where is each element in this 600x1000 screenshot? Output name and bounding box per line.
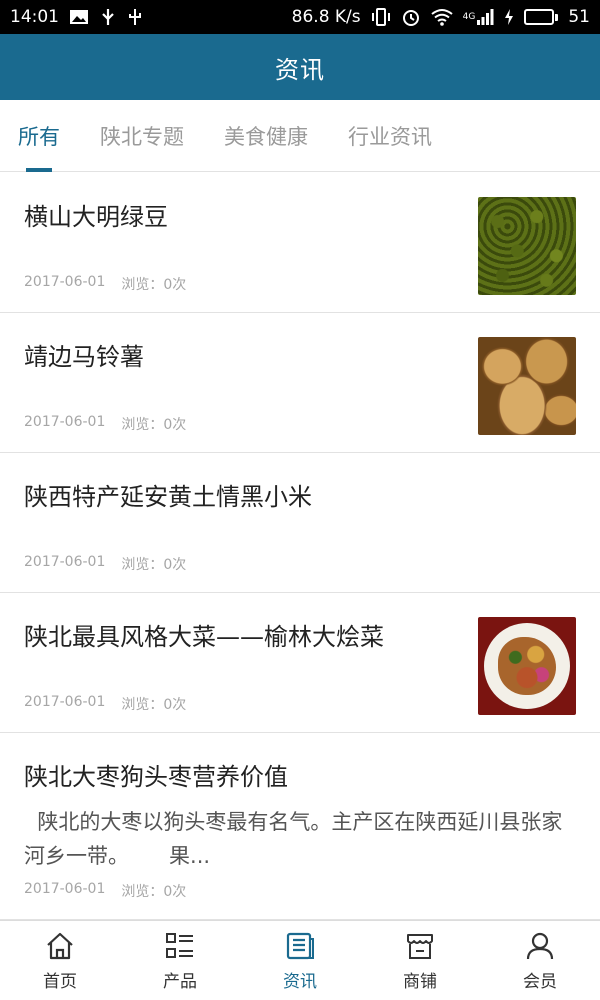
article-meta: 2017-06-01 浏览：0次 — [24, 274, 186, 294]
article-meta: 2017-06-01 浏览：0次 — [24, 881, 186, 901]
tab-shaanbei-topics[interactable]: 陕北专题 — [100, 100, 184, 172]
article-views: 浏览：0次 — [121, 884, 187, 900]
article-title: 横山大明绿豆 — [24, 203, 168, 231]
article-title: 陕西特产延安黄土情黑小米 — [24, 483, 312, 511]
shop-icon — [403, 929, 437, 963]
tab-all[interactable]: 所有 — [18, 100, 60, 172]
article-date: 2017-06-01 — [24, 274, 106, 290]
status-time: 14:01 — [10, 7, 59, 27]
battery-icon — [524, 9, 559, 25]
nav-home-label: 首页 — [43, 972, 77, 992]
article-title: 陕北大枣狗头枣营养价值 — [24, 763, 288, 791]
image-notification-icon — [69, 7, 89, 27]
article-meta: 2017-06-01 浏览：0次 — [24, 414, 186, 434]
alarm-icon — [401, 7, 421, 27]
list-item[interactable]: 靖边马铃薯 2017-06-01 浏览：0次 — [0, 313, 600, 453]
article-date: 2017-06-01 — [24, 881, 106, 897]
network-type: 4G — [462, 12, 476, 22]
nav-news[interactable]: 资讯 — [240, 921, 360, 1000]
list-item[interactable]: 陕北最具风格大菜——榆林大烩菜 2017-06-01 浏览：0次 — [0, 593, 600, 733]
status-bar: 14:01 86.8 K/s 4G 51 — [0, 0, 600, 34]
tab-industry-news[interactable]: 行业资讯 — [348, 100, 432, 172]
news-icon — [283, 929, 317, 963]
news-list: 横山大明绿豆 2017-06-01 浏览：0次 靖边马铃薯 2017-06-01… — [0, 173, 600, 920]
article-date: 2017-06-01 — [24, 414, 106, 430]
network-speed: 86.8 K/s — [291, 7, 361, 27]
home-icon — [43, 929, 77, 963]
article-meta: 2017-06-01 浏览：0次 — [24, 694, 186, 714]
list-icon — [163, 929, 197, 963]
list-item[interactable]: 横山大明绿豆 2017-06-01 浏览：0次 — [0, 173, 600, 313]
nav-shops-label: 商铺 — [403, 972, 437, 992]
bottom-nav: 首页 产品 资讯 商铺 会员 — [0, 920, 600, 1000]
potatoes-thumbnail — [478, 337, 576, 435]
page-title: 资讯 — [275, 55, 325, 84]
article-views: 浏览：0次 — [121, 417, 187, 433]
nav-shops[interactable]: 商铺 — [360, 921, 480, 1000]
article-views: 浏览：0次 — [121, 557, 187, 573]
nav-products-label: 产品 — [163, 972, 197, 992]
vibrate-icon — [371, 7, 391, 27]
article-views: 浏览：0次 — [121, 277, 187, 293]
nav-member[interactable]: 会员 — [480, 921, 600, 1000]
nav-home[interactable]: 首页 — [0, 921, 120, 1000]
list-item[interactable]: 陕西特产延安黄土情黑小米 2017-06-01 浏览：0次 — [0, 453, 600, 593]
mung-beans-thumbnail — [478, 197, 576, 295]
article-date: 2017-06-01 — [24, 694, 106, 710]
battery-percent: 51 — [568, 7, 590, 27]
wifi-icon — [431, 7, 453, 27]
article-title: 靖边马铃薯 — [24, 343, 144, 371]
usb-icon — [99, 7, 117, 27]
article-views: 浏览：0次 — [121, 697, 187, 713]
nav-products[interactable]: 产品 — [120, 921, 240, 1000]
user-icon — [523, 929, 557, 963]
article-summary: 陕北的大枣以狗头枣最有名气。主产区在陕西延川县张家河乡一带。 果... — [24, 810, 563, 868]
debug-icon — [127, 7, 143, 27]
app-header: 资讯 — [0, 34, 600, 100]
stew-dish-thumbnail — [478, 617, 576, 715]
nav-member-label: 会员 — [523, 972, 557, 992]
nav-news-label: 资讯 — [283, 972, 317, 992]
article-date: 2017-06-01 — [24, 554, 106, 570]
article-meta: 2017-06-01 浏览：0次 — [24, 554, 186, 574]
list-item[interactable]: 陕北大枣狗头枣营养价值 陕北的大枣以狗头枣最有名气。主产区在陕西延川县张家河乡一… — [0, 733, 600, 920]
tab-food-health[interactable]: 美食健康 — [224, 100, 308, 172]
signal-icon: 4G — [463, 7, 495, 27]
category-tabs: 所有 陕北专题 美食健康 行业资讯 — [0, 100, 600, 172]
charging-icon — [504, 7, 514, 27]
article-title: 陕北最具风格大菜——榆林大烩菜 — [24, 623, 384, 651]
